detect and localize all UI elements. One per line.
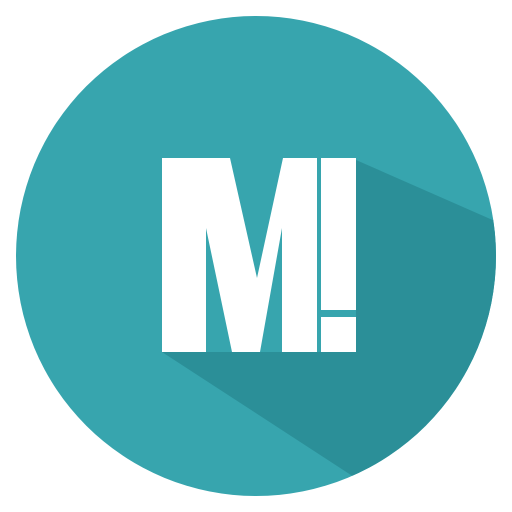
logo-exclamation-stem [321,158,356,310]
app-icon [0,0,512,512]
logo-exclamation-dot [321,317,356,352]
logo-mark [16,16,496,496]
